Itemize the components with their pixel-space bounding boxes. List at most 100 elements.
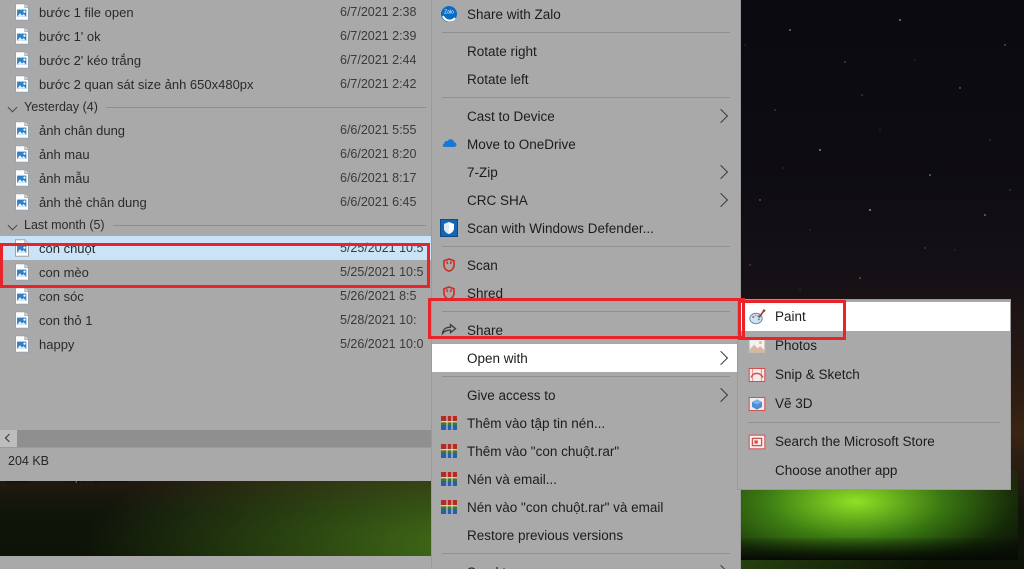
menu-separator bbox=[748, 422, 1000, 423]
menu-item-give-access-to[interactable]: Give access to bbox=[432, 381, 740, 409]
file-row[interactable]: ảnh thẻ chân dung 6/6/2021 6:45 bbox=[0, 190, 432, 214]
file-date: 5/26/2021 8:5 bbox=[340, 289, 417, 303]
menu-item-n-n-v-o-con-chu-t-rar-v-email[interactable]: Nén vào "con chuột.rar" và email bbox=[432, 493, 740, 521]
context-menu[interactable]: Zalo Share with Zalo Rotate right Rotate le… bbox=[432, 0, 740, 569]
menu-item-label: Open with bbox=[467, 350, 528, 366]
menu-item-label: Share with Zalo bbox=[467, 6, 561, 22]
photos-icon bbox=[748, 337, 766, 355]
menu-item-share[interactable]: Share bbox=[432, 316, 740, 344]
menu-item-7-zip[interactable]: 7-Zip bbox=[432, 158, 740, 186]
no-icon bbox=[748, 462, 766, 480]
menu-item-share-with-zalo[interactable]: Zalo Share with Zalo bbox=[432, 0, 740, 28]
file-date: 6/7/2021 2:38 bbox=[340, 5, 417, 19]
zalo-icon: Zalo bbox=[440, 5, 458, 23]
menu-item-restore-previous-versions[interactable]: Restore previous versions bbox=[432, 521, 740, 549]
chevron-right-icon bbox=[713, 350, 729, 366]
file-row[interactable]: con thỏ 1 5/28/2021 10: bbox=[0, 308, 432, 332]
file-row[interactable]: ảnh chân dung 6/6/2021 5:55 bbox=[0, 118, 432, 142]
file-row[interactable]: con sóc 5/26/2021 8:5 bbox=[0, 284, 432, 308]
chevron-right-icon bbox=[713, 564, 729, 569]
menu-item-label: Nén vào "con chuột.rar" và email bbox=[467, 499, 664, 515]
chevron-down-icon[interactable] bbox=[6, 218, 20, 232]
file-name: happy bbox=[39, 336, 75, 352]
menu-item-n-n-v-email[interactable]: Nén và email... bbox=[432, 465, 740, 493]
menu-item-send-to[interactable]: Send to bbox=[432, 558, 740, 569]
file-row[interactable]: con mèo 5/25/2021 10:5 bbox=[0, 260, 432, 284]
menu-item-open-with[interactable]: Open with bbox=[432, 344, 740, 372]
menu-item-crc-sha[interactable]: CRC SHA bbox=[432, 186, 740, 214]
group-divider bbox=[112, 224, 426, 226]
image-file-icon bbox=[14, 311, 30, 329]
winrar-icon bbox=[440, 498, 458, 516]
file-date: 5/26/2021 10:0 bbox=[340, 337, 424, 351]
file-row[interactable]: ảnh mau 6/6/2021 8:20 bbox=[0, 142, 432, 166]
image-file-icon bbox=[14, 145, 30, 163]
menu-item-v-3d[interactable]: Vẽ 3D bbox=[738, 389, 1010, 418]
group-divider bbox=[105, 106, 426, 108]
menu-item-label: 7-Zip bbox=[467, 164, 498, 180]
winrar-icon bbox=[440, 470, 458, 488]
file-date: 6/6/2021 8:20 bbox=[340, 147, 417, 161]
file-row[interactable]: bước 1' ok 6/7/2021 2:39 bbox=[0, 24, 432, 48]
file-name: bước 1' ok bbox=[39, 28, 101, 44]
svg-text:Zalo: Zalo bbox=[444, 10, 454, 16]
file-name: con mèo bbox=[39, 264, 89, 280]
menu-item-paint[interactable]: Paint bbox=[738, 302, 1010, 331]
menu-item-th-m-v-o-con-chu-t-rar[interactable]: Thêm vào "con chuột.rar" bbox=[432, 437, 740, 465]
menu-item-shred[interactable]: Shred bbox=[432, 279, 740, 307]
menu-separator bbox=[442, 246, 730, 247]
store-icon bbox=[748, 433, 766, 451]
window-bottom-edge bbox=[0, 473, 432, 481]
menu-item-search-the-microsoft-store[interactable]: Search the Microsoft Store bbox=[738, 427, 1010, 456]
image-file-icon bbox=[14, 335, 30, 353]
image-file-icon bbox=[14, 287, 30, 305]
menu-item-th-m-v-o-t-p-tin-n-n[interactable]: Thêm vào tập tin nén... bbox=[432, 409, 740, 437]
status-bar: 204 KB bbox=[0, 447, 432, 474]
chevron-right-icon bbox=[713, 387, 729, 403]
menu-item-rotate-right[interactable]: Rotate right bbox=[432, 37, 740, 65]
chevron-right-icon bbox=[713, 108, 729, 124]
file-date: 6/7/2021 2:42 bbox=[340, 77, 417, 91]
file-row[interactable]: bước 2' kéo trắng 6/7/2021 2:44 bbox=[0, 48, 432, 72]
file-explorer-window: bước 1 file open 6/7/2021 2:38 bước 1' ok 6… bbox=[0, 0, 432, 481]
menu-item-scan-with-windows-defender[interactable]: Scan with Windows Defender... bbox=[432, 214, 740, 242]
menu-item-label: Move to OneDrive bbox=[467, 136, 576, 152]
paint-icon bbox=[748, 308, 766, 326]
file-group-label: Yesterday (4) bbox=[24, 100, 98, 114]
file-name: bước 1 file open bbox=[39, 4, 134, 20]
file-date: 6/6/2021 6:45 bbox=[340, 195, 417, 209]
menu-item-label: Thêm vào "con chuột.rar" bbox=[467, 443, 620, 459]
file-row[interactable]: happy 5/26/2021 10:0 bbox=[0, 332, 432, 356]
open-with-submenu[interactable]: Paint Photos Snip & Sketch Vẽ 3D Search the … bbox=[738, 300, 1010, 489]
no-icon bbox=[440, 70, 458, 88]
file-row[interactable]: bước 2 quan sát size ảnh 650x480px 6/7/20… bbox=[0, 72, 432, 96]
file-date: 5/25/2021 10:5 bbox=[340, 265, 424, 279]
menu-item-move-to-onedrive[interactable]: Move to OneDrive bbox=[432, 130, 740, 158]
share-icon bbox=[440, 321, 458, 339]
file-date: 6/6/2021 8:17 bbox=[340, 171, 417, 185]
file-date: 6/6/2021 5:55 bbox=[340, 123, 417, 137]
menu-item-snip-sketch[interactable]: Snip & Sketch bbox=[738, 360, 1010, 389]
menu-item-label: Vẽ 3D bbox=[775, 396, 813, 411]
image-file-icon bbox=[14, 193, 30, 211]
menu-item-label: Scan with Windows Defender... bbox=[467, 220, 654, 236]
red-shield-icon bbox=[440, 284, 458, 302]
no-icon bbox=[440, 349, 458, 367]
chevron-down-icon[interactable] bbox=[6, 100, 20, 114]
menu-item-photos[interactable]: Photos bbox=[738, 331, 1010, 360]
scrollbar-thumb[interactable] bbox=[17, 430, 432, 447]
file-group-header[interactable]: Last month (5) bbox=[0, 214, 432, 236]
file-group-header[interactable]: Yesterday (4) bbox=[0, 96, 432, 118]
menu-item-cast-to-device[interactable]: Cast to Device bbox=[432, 102, 740, 130]
chevron-left-icon[interactable] bbox=[0, 430, 17, 447]
menu-item-choose-another-app[interactable]: Choose another app bbox=[738, 456, 1010, 485]
file-list[interactable]: bước 1 file open 6/7/2021 2:38 bước 1' ok 6… bbox=[0, 0, 432, 430]
menu-item-rotate-left[interactable]: Rotate left bbox=[432, 65, 740, 93]
file-row[interactable]: bước 1 file open 6/7/2021 2:38 bbox=[0, 0, 432, 24]
file-name: ảnh mẫu bbox=[39, 170, 90, 186]
file-row[interactable]: con chuột 5/25/2021 10:5 bbox=[0, 236, 432, 260]
horizontal-scrollbar[interactable] bbox=[0, 430, 432, 447]
file-row[interactable]: ảnh mẫu 6/6/2021 8:17 bbox=[0, 166, 432, 190]
image-file-icon bbox=[14, 121, 30, 139]
menu-item-scan[interactable]: Scan bbox=[432, 251, 740, 279]
